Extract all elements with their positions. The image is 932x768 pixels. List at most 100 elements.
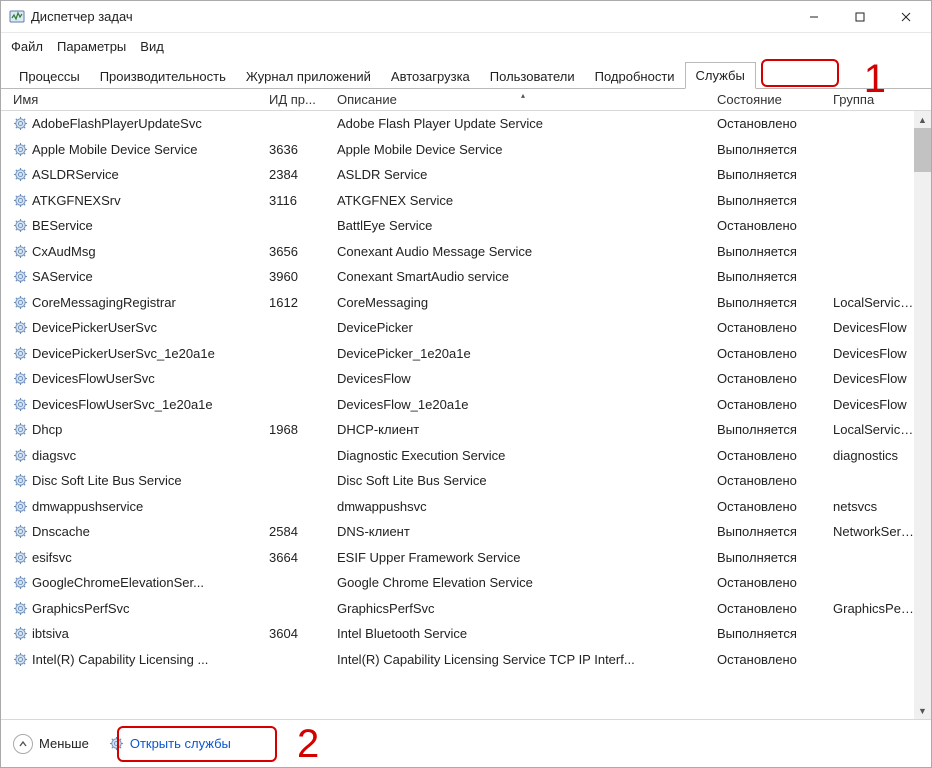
header-group[interactable]: Группа: [829, 92, 931, 107]
service-state: Остановлено: [713, 499, 829, 514]
header-state[interactable]: Состояние: [713, 92, 829, 107]
app-icon: [9, 9, 25, 25]
service-gear-icon: [13, 601, 28, 616]
service-state: Выполняется: [713, 244, 829, 259]
tab-details[interactable]: Подробности: [585, 64, 685, 89]
tab-startup[interactable]: Автозагрузка: [381, 64, 480, 89]
service-gear-icon: [13, 397, 28, 412]
service-description: Intel Bluetooth Service: [333, 626, 713, 641]
menu-file[interactable]: Файл: [11, 39, 43, 54]
service-pid: 2584: [265, 524, 333, 539]
service-row[interactable]: DevicePickerUserSvc_1e20a1eDevicePicker_…: [9, 341, 931, 367]
service-state: Остановлено: [713, 448, 829, 463]
scroll-up-button[interactable]: ▲: [914, 111, 931, 128]
services-list: AdobeFlashPlayerUpdateSvcAdobe Flash Pla…: [1, 111, 931, 719]
service-row[interactable]: diagsvcDiagnostic Execution ServiceОстан…: [9, 443, 931, 469]
service-row[interactable]: ASLDRService2384ASLDR ServiceВыполняется: [9, 162, 931, 188]
tab-app-history[interactable]: Журнал приложений: [236, 64, 381, 89]
service-row[interactable]: GoogleChromeElevationSer...Google Chrome…: [9, 570, 931, 596]
service-state: Выполняется: [713, 550, 829, 565]
service-description: DevicePicker_1e20a1e: [333, 346, 713, 361]
tab-processes[interactable]: Процессы: [9, 64, 90, 89]
service-state: Остановлено: [713, 473, 829, 488]
service-name: ATKGFNEXSrv: [32, 193, 121, 208]
service-row[interactable]: CoreMessagingRegistrar1612CoreMessagingВ…: [9, 290, 931, 316]
service-description: ESIF Upper Framework Service: [333, 550, 713, 565]
fewer-details-button[interactable]: Меньше: [13, 734, 89, 754]
service-name: CoreMessagingRegistrar: [32, 295, 176, 310]
service-gear-icon: [13, 550, 28, 565]
service-row[interactable]: GraphicsPerfSvcGraphicsPerfSvcОстановлен…: [9, 596, 931, 622]
service-name: Apple Mobile Device Service: [32, 142, 197, 157]
service-state: Выполняется: [713, 193, 829, 208]
service-description: CoreMessaging: [333, 295, 713, 310]
service-row[interactable]: ATKGFNEXSrv3116ATKGFNEX ServiceВыполняет…: [9, 188, 931, 214]
menu-view[interactable]: Вид: [140, 39, 164, 54]
maximize-button[interactable]: [837, 2, 883, 32]
service-gear-icon: [13, 575, 28, 590]
service-row[interactable]: Dnscache2584DNS-клиентВыполняетсяNetwork…: [9, 519, 931, 545]
service-gear-icon: [13, 499, 28, 514]
open-services-label: Открыть службы: [130, 736, 231, 751]
header-description[interactable]: Описание ▴: [333, 92, 713, 107]
minimize-button[interactable]: [791, 2, 837, 32]
service-description: Apple Mobile Device Service: [333, 142, 713, 157]
service-row[interactable]: Dhcp1968DHCP-клиентВыполняетсяLocalServi…: [9, 417, 931, 443]
service-row[interactable]: CxAudMsg3656Conexant Audio Message Servi…: [9, 239, 931, 265]
service-row[interactable]: DevicesFlowUserSvc_1e20a1e DevicesFlow_1e…: [9, 392, 931, 418]
service-description: DHCP-клиент: [333, 422, 713, 437]
service-state: Выполняется: [713, 524, 829, 539]
titlebar: Диспетчер задач: [1, 1, 931, 33]
service-row[interactable]: esifsvc3664ESIF Upper Framework ServiceВ…: [9, 545, 931, 571]
menu-options[interactable]: Параметры: [57, 39, 126, 54]
service-state: Остановлено: [713, 575, 829, 590]
service-gear-icon: [13, 142, 28, 157]
open-services-button[interactable]: Открыть службы: [101, 732, 239, 755]
scroll-down-button[interactable]: ▼: [914, 702, 931, 719]
tabbar: Процессы Производительность Журнал прило…: [1, 59, 931, 89]
service-row[interactable]: AdobeFlashPlayerUpdateSvcAdobe Flash Pla…: [9, 111, 931, 137]
fewer-details-label: Меньше: [39, 736, 89, 751]
service-gear-icon: [13, 218, 28, 233]
service-state: Выполняется: [713, 269, 829, 284]
service-gear-icon: [13, 269, 28, 284]
services-gear-icon: [109, 736, 124, 751]
annotation-box-1: [761, 59, 839, 87]
service-state: Остановлено: [713, 116, 829, 131]
service-row[interactable]: SAService3960Conexant SmartAudio service…: [9, 264, 931, 290]
sort-indicator-icon: ▴: [521, 91, 525, 100]
header-pid[interactable]: ИД пр...: [265, 92, 333, 107]
service-name: ASLDRService: [32, 167, 119, 182]
service-gear-icon: [13, 116, 28, 131]
service-row[interactable]: DevicePickerUserSvcDevicePickerОстановле…: [9, 315, 931, 341]
service-row[interactable]: BEServiceBattlEye ServiceОстановлено: [9, 213, 931, 239]
service-pid: 3656: [265, 244, 333, 259]
service-pid: 1968: [265, 422, 333, 437]
service-gear-icon: [13, 320, 28, 335]
service-description: DevicesFlow_1e20a1e: [333, 397, 713, 412]
service-description: Conexant SmartAudio service: [333, 269, 713, 284]
service-row[interactable]: Intel(R) Capability Licensing ...Intel(R…: [9, 647, 931, 673]
service-name: Intel(R) Capability Licensing ...: [32, 652, 208, 667]
close-button[interactable]: [883, 2, 929, 32]
menubar: Файл Параметры Вид: [1, 33, 931, 59]
tab-users[interactable]: Пользователи: [480, 64, 585, 89]
service-name: DevicePickerUserSvc: [32, 320, 157, 335]
annotation-number-2: 2: [297, 722, 319, 767]
header-name[interactable]: Имя: [9, 92, 265, 107]
service-row[interactable]: Apple Mobile Device Service3636Apple Mob…: [9, 137, 931, 163]
service-row[interactable]: Disc Soft Lite Bus ServiceDisc Soft Lite…: [9, 468, 931, 494]
tab-services[interactable]: Службы: [685, 62, 756, 89]
service-row[interactable]: dmwappushservicedmwappushsvcОстановленоn…: [9, 494, 931, 520]
service-name: esifsvc: [32, 550, 72, 565]
scroll-thumb[interactable]: [914, 128, 931, 172]
service-name: DevicesFlowUserSvc: [32, 371, 155, 386]
service-name: DevicesFlowUserSvc_1e20a1e: [32, 397, 213, 412]
tab-performance[interactable]: Производительность: [90, 64, 236, 89]
service-row[interactable]: ibtsiva3604Intel Bluetooth ServiceВыполн…: [9, 621, 931, 647]
footer: Меньше Открыть службы 2: [1, 719, 931, 767]
vertical-scrollbar[interactable]: ▲ ▼: [914, 111, 931, 719]
task-manager-window: Диспетчер задач Файл Параметры Вид Проце…: [0, 0, 932, 768]
service-name: ibtsiva: [32, 626, 69, 641]
service-row[interactable]: DevicesFlowUserSvcDevicesFlowОстановлено…: [9, 366, 931, 392]
